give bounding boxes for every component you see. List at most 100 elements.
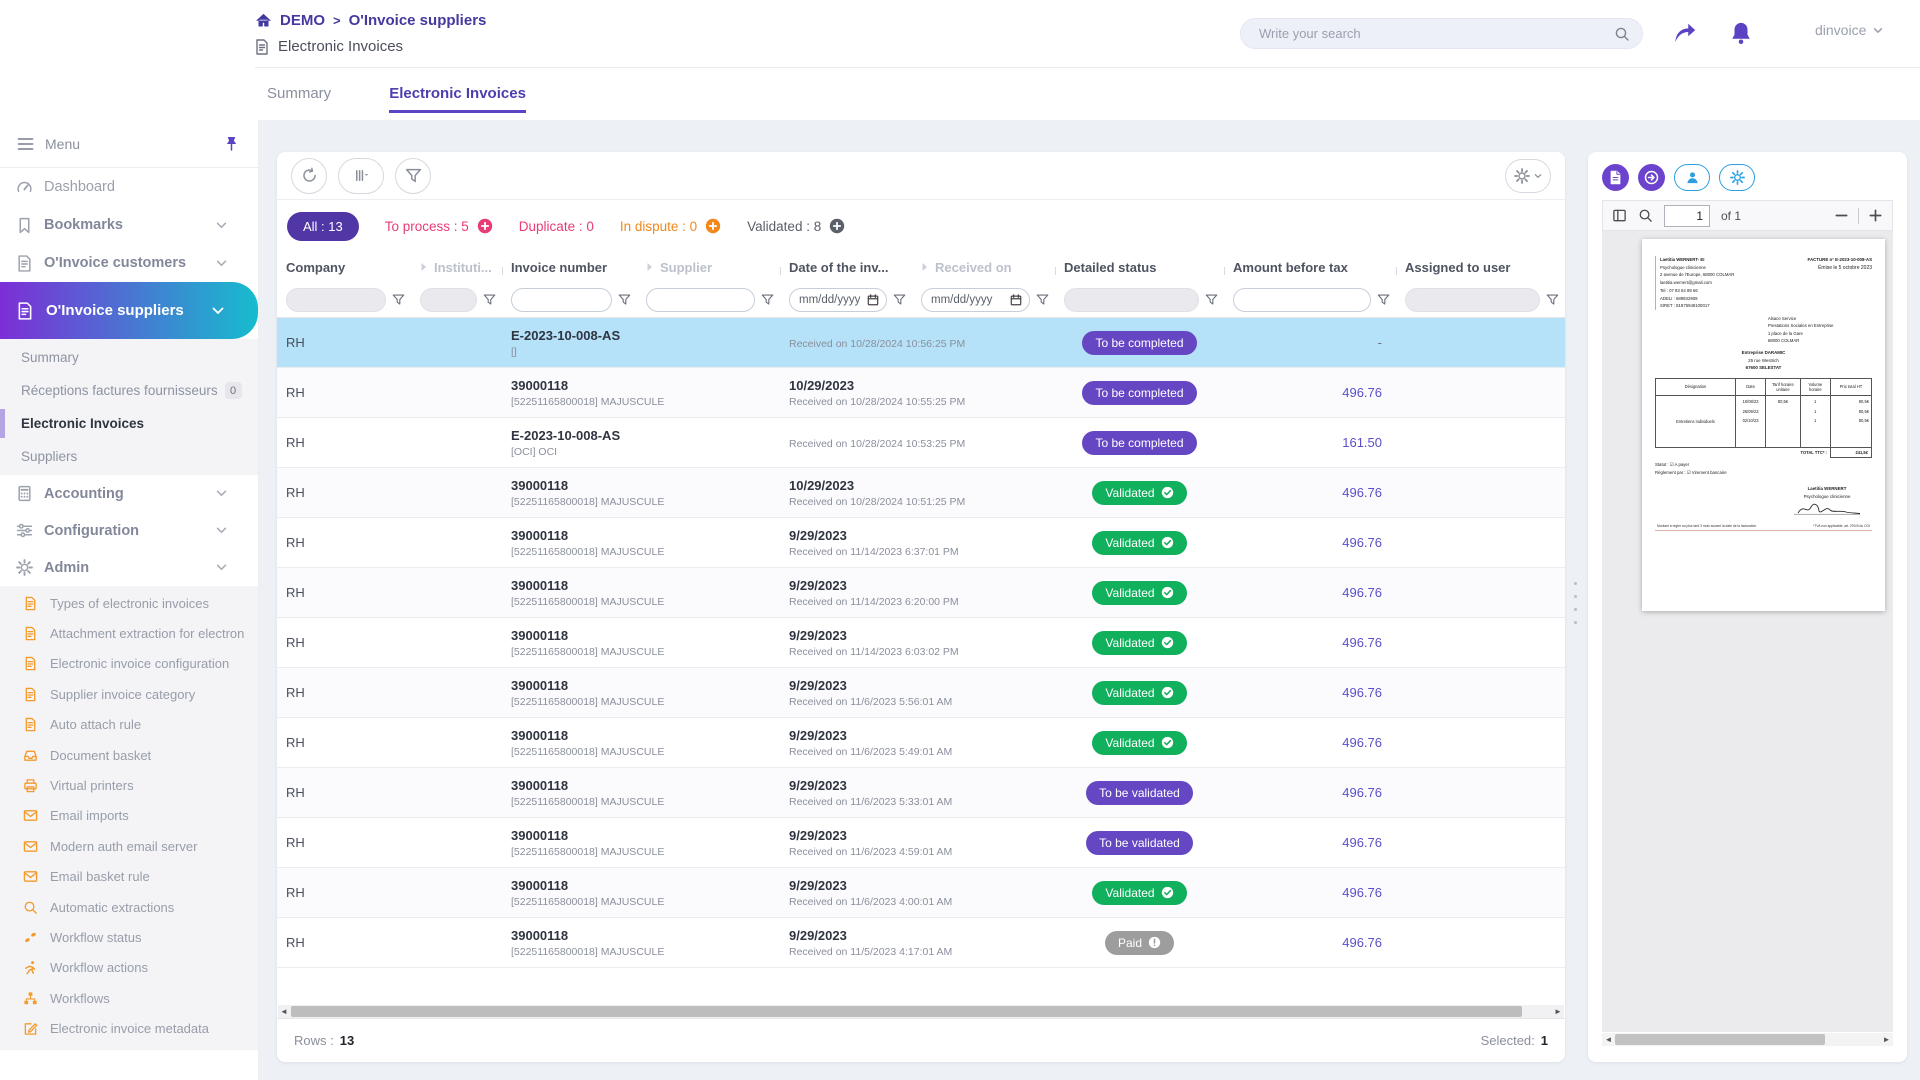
funnel-icon[interactable] (1377, 293, 1390, 306)
open-document-button[interactable] (1638, 164, 1665, 191)
viewer-settings-button[interactable] (1719, 164, 1755, 191)
column-header-company[interactable]: Company (277, 260, 411, 275)
page-number-input[interactable] (1664, 205, 1710, 227)
scrollbar-thumb[interactable] (1615, 1034, 1825, 1045)
amount-link[interactable]: 496.76 (1342, 485, 1382, 500)
scroll-left-arrow[interactable]: ◄ (1602, 1035, 1615, 1044)
scroll-right-arrow[interactable]: ► (1880, 1035, 1893, 1044)
sidebar-admin-item[interactable]: Auto attach rule (0, 710, 258, 740)
amount-link[interactable]: 496.76 (1342, 635, 1382, 650)
pin-icon[interactable] (225, 136, 238, 151)
table-row[interactable]: RH 39000118 [52251165800018] MAJUSCULE 9… (277, 868, 1565, 918)
table-row[interactable]: RH 39000118 [52251165800018] MAJUSCULE 1… (277, 468, 1565, 518)
amount-link[interactable]: 496.76 (1342, 385, 1382, 400)
share-icon[interactable] (1672, 20, 1698, 46)
sidebar-item-dashboard[interactable]: Dashboard (0, 168, 258, 206)
column-header-supplier[interactable]: Supplier (637, 260, 780, 275)
invoice-number-filter-input[interactable] (511, 288, 612, 312)
tab-summary[interactable]: Summary (267, 85, 331, 113)
sidebar-admin-item[interactable]: Workflows (0, 983, 258, 1013)
funnel-icon[interactable] (761, 293, 774, 306)
column-header-date[interactable]: Date of the inv... (780, 260, 912, 275)
funnel-icon[interactable] (392, 293, 405, 306)
sidebar-item-accounting[interactable]: Accounting (0, 475, 258, 512)
find-in-document-icon[interactable] (1638, 208, 1653, 223)
plus-circle-icon[interactable] (705, 218, 721, 234)
funnel-icon[interactable] (618, 293, 631, 306)
funnel-icon[interactable] (1546, 293, 1559, 306)
table-row[interactable]: RH 39000118 [52251165800018] MAJUSCULE 9… (277, 918, 1565, 968)
sidebar-admin-item[interactable]: Automatic extractions (0, 892, 258, 922)
sidebar-admin-item[interactable]: Workflow actions (0, 953, 258, 983)
sidebar-item-receptions[interactable]: Réceptions factures fournisseurs 0 (0, 374, 258, 407)
refresh-button[interactable] (291, 158, 327, 194)
sidebar-item-electronic-invoices[interactable]: Electronic Invoices (0, 407, 258, 440)
pdf-viewport[interactable]: Laetitia WERNERT- EI Psychologue clinici… (1602, 231, 1893, 1032)
table-row[interactable]: RH 39000118 [52251165800018] MAJUSCULE 9… (277, 518, 1565, 568)
pdf-horizontal-scrollbar[interactable]: ◄ ► (1602, 1033, 1893, 1046)
amount-link[interactable]: 496.76 (1342, 785, 1382, 800)
table-row[interactable]: RH 39000118 [52251165800018] MAJUSCULE 9… (277, 818, 1565, 868)
column-header-institution[interactable]: Instituti... (411, 260, 502, 275)
funnel-icon[interactable] (1036, 293, 1049, 306)
amount-link[interactable]: 496.76 (1342, 885, 1382, 900)
panel-resize-handle[interactable] (1571, 582, 1579, 624)
column-header-assigned[interactable]: Assigned to user (1396, 260, 1565, 275)
table-row[interactable]: RH E-2023-10-008-AS [] Received on 10/28… (277, 318, 1565, 368)
table-row[interactable]: RH 39000118 [52251165800018] MAJUSCULE 9… (277, 568, 1565, 618)
amount-filter-input[interactable] (1233, 288, 1371, 312)
amount-link[interactable]: 496.76 (1342, 735, 1382, 750)
table-row[interactable]: RH 39000118 [52251165800018] MAJUSCULE 9… (277, 768, 1565, 818)
plus-circle-icon[interactable] (829, 218, 845, 234)
chip-to-process[interactable]: To process : 5 (385, 218, 493, 234)
amount-link[interactable]: 496.76 (1342, 835, 1382, 850)
chip-all[interactable]: All : 13 (287, 212, 359, 241)
date-filter-input[interactable]: mm/dd/yyyy (789, 288, 887, 312)
user-menu[interactable]: dinvoice (1815, 22, 1883, 38)
sidebar-admin-item[interactable]: Email basket rule (0, 862, 258, 892)
amount-link[interactable]: 496.76 (1342, 535, 1382, 550)
search-input[interactable] (1259, 26, 1614, 41)
chip-duplicate[interactable]: Duplicate : 0 (519, 219, 594, 234)
sidebar-admin-item[interactable]: Email imports (0, 801, 258, 831)
funnel-icon[interactable] (893, 293, 906, 306)
notifications-bell-icon[interactable] (1728, 20, 1754, 46)
table-row[interactable]: RH 39000118 [52251165800018] MAJUSCULE 9… (277, 668, 1565, 718)
pdf-download-button[interactable] (1602, 164, 1629, 191)
funnel-icon[interactable] (483, 293, 496, 306)
sidebar-item-configuration[interactable]: Configuration (0, 512, 258, 549)
sidebar-admin-item[interactable]: Workflow status (0, 922, 258, 952)
table-row[interactable]: RH 39000118 [52251165800018] MAJUSCULE 1… (277, 368, 1565, 418)
sidebar-admin-item[interactable]: Virtual printers (0, 770, 258, 800)
column-header-invoice-number[interactable]: Invoice number (502, 260, 637, 275)
sidebar-admin-item[interactable]: Electronic invoice configuration (0, 649, 258, 679)
received-filter-input[interactable]: mm/dd/yyyy (921, 288, 1030, 312)
funnel-icon[interactable] (1205, 293, 1218, 306)
scrollbar-thumb[interactable] (291, 1006, 1522, 1017)
column-header-received[interactable]: Received on (912, 260, 1055, 275)
sidebar-admin-item[interactable]: Electronic invoice metadata (0, 1013, 258, 1043)
amount-link[interactable]: 161.50 (1342, 435, 1382, 450)
sidebar-item-oinvoice-customers[interactable]: O'Invoice customers (0, 244, 258, 282)
supplier-filter-input[interactable] (646, 288, 755, 312)
sidebar-item-suppliers[interactable]: Suppliers (0, 440, 258, 473)
horizontal-scrollbar[interactable]: ◄ ► (278, 1005, 1564, 1018)
amount-link[interactable]: 496.76 (1342, 585, 1382, 600)
chip-in-dispute[interactable]: In dispute : 0 (620, 218, 721, 234)
amount-link[interactable]: 496.76 (1342, 935, 1382, 950)
hamburger-icon[interactable] (17, 137, 34, 151)
home-icon[interactable] (255, 13, 272, 28)
sidebar-admin-item[interactable]: Attachment extraction for electron (0, 618, 258, 648)
scroll-left-arrow[interactable]: ◄ (278, 1005, 290, 1018)
chip-validated[interactable]: Validated : 8 (747, 218, 845, 234)
filter-button[interactable] (395, 158, 431, 194)
breadcrumb-section[interactable]: O'Invoice suppliers (349, 12, 487, 29)
amount-link[interactable]: 496.76 (1342, 685, 1382, 700)
sidebar-admin-item[interactable]: Types of electronic invoices (0, 588, 258, 618)
sidebar-admin-item[interactable]: Modern auth email server (0, 831, 258, 861)
sidebar-item-oinvoice-suppliers[interactable]: O'Invoice suppliers (0, 282, 258, 339)
table-settings-button[interactable] (1505, 159, 1551, 193)
column-header-amount[interactable]: Amount before tax (1224, 260, 1396, 275)
table-row[interactable]: RH E-2023-10-008-AS [OCI] OCI Received o… (277, 418, 1565, 468)
scroll-right-arrow[interactable]: ► (1552, 1005, 1564, 1018)
